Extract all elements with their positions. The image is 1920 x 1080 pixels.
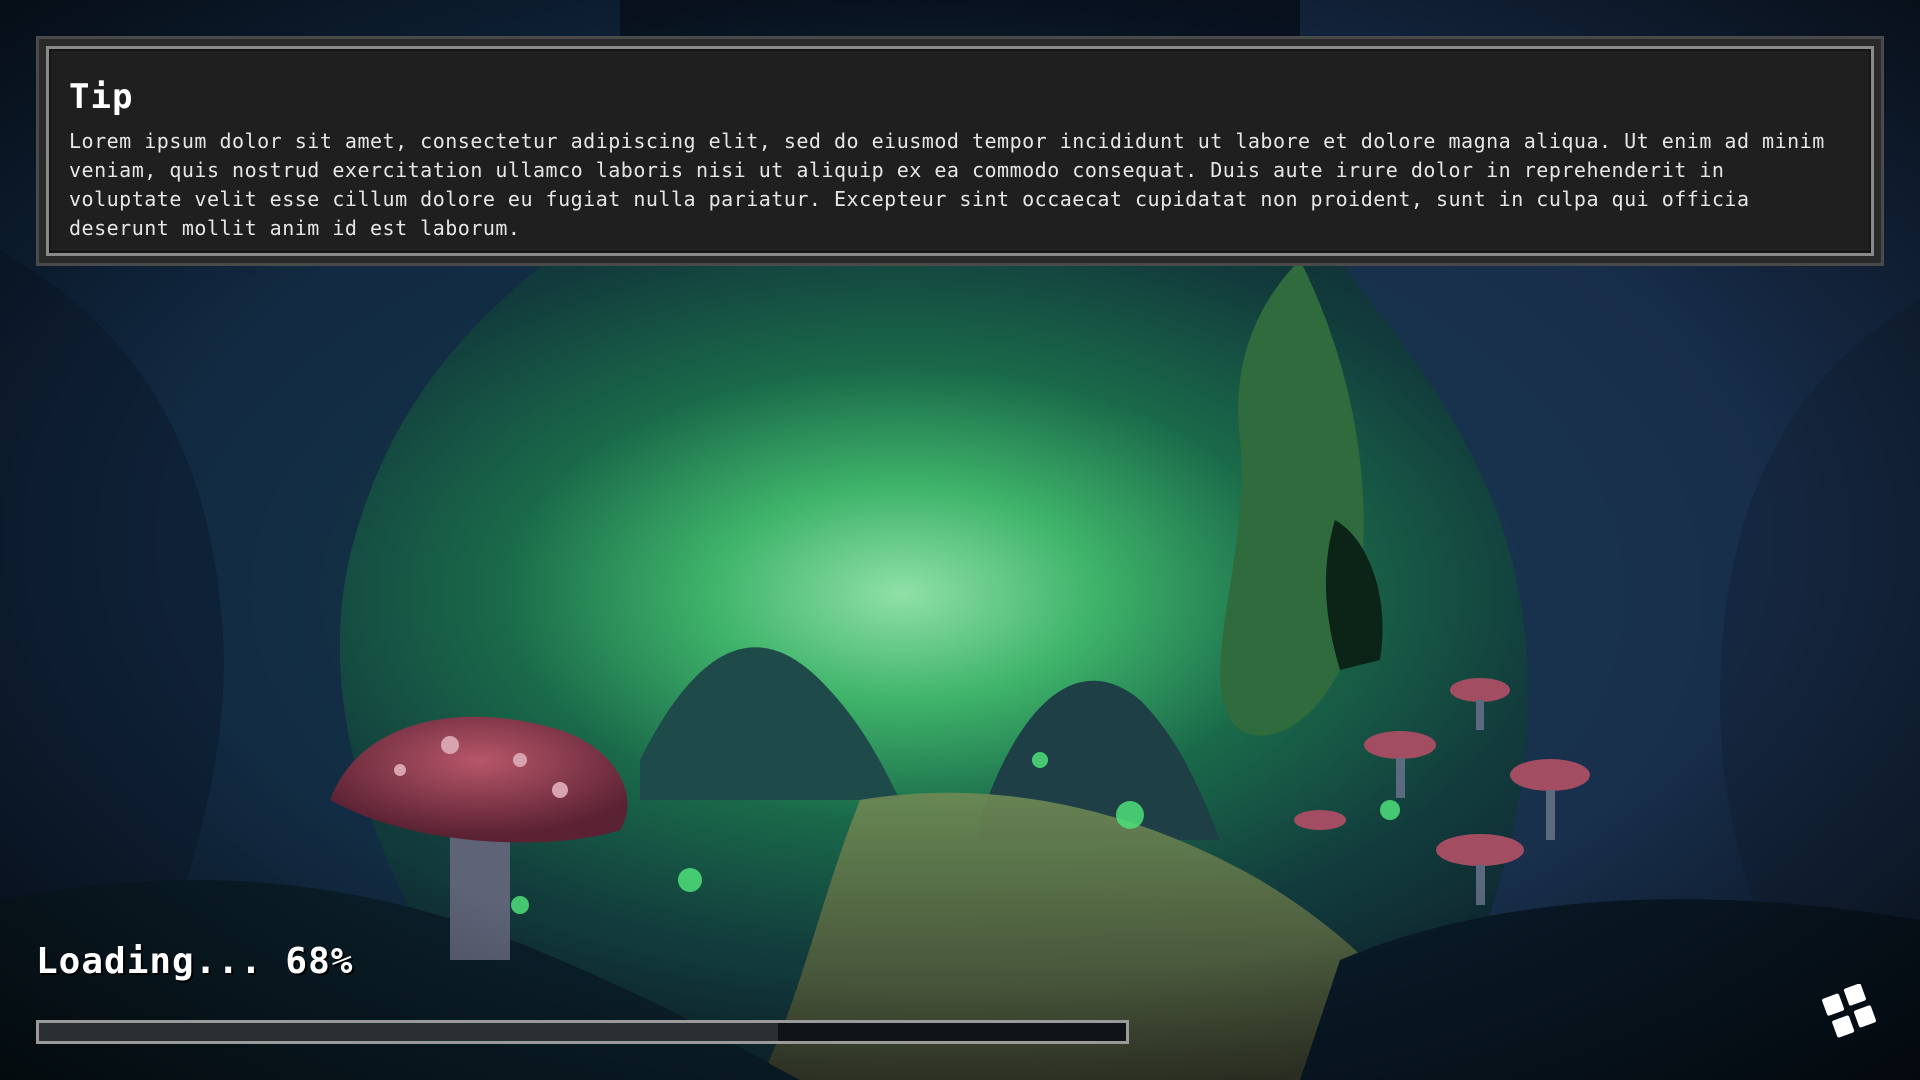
loading-progress-fill: [39, 1023, 779, 1041]
loading-label: Loading... 68%: [36, 941, 354, 982]
loading-spinner-icon: [1822, 984, 1876, 1038]
tip-panel-inner: Tip Lorem ipsum dolor sit amet, consecte…: [46, 46, 1874, 256]
tip-panel: Tip Lorem ipsum dolor sit amet, consecte…: [36, 36, 1884, 266]
tip-body-text: Lorem ipsum dolor sit amet, consectetur …: [69, 129, 1825, 240]
loading-screen: Tip Lorem ipsum dolor sit amet, consecte…: [0, 0, 1920, 1080]
tip-title: Tip: [69, 77, 134, 117]
loading-progress-bar: [36, 1020, 1129, 1044]
